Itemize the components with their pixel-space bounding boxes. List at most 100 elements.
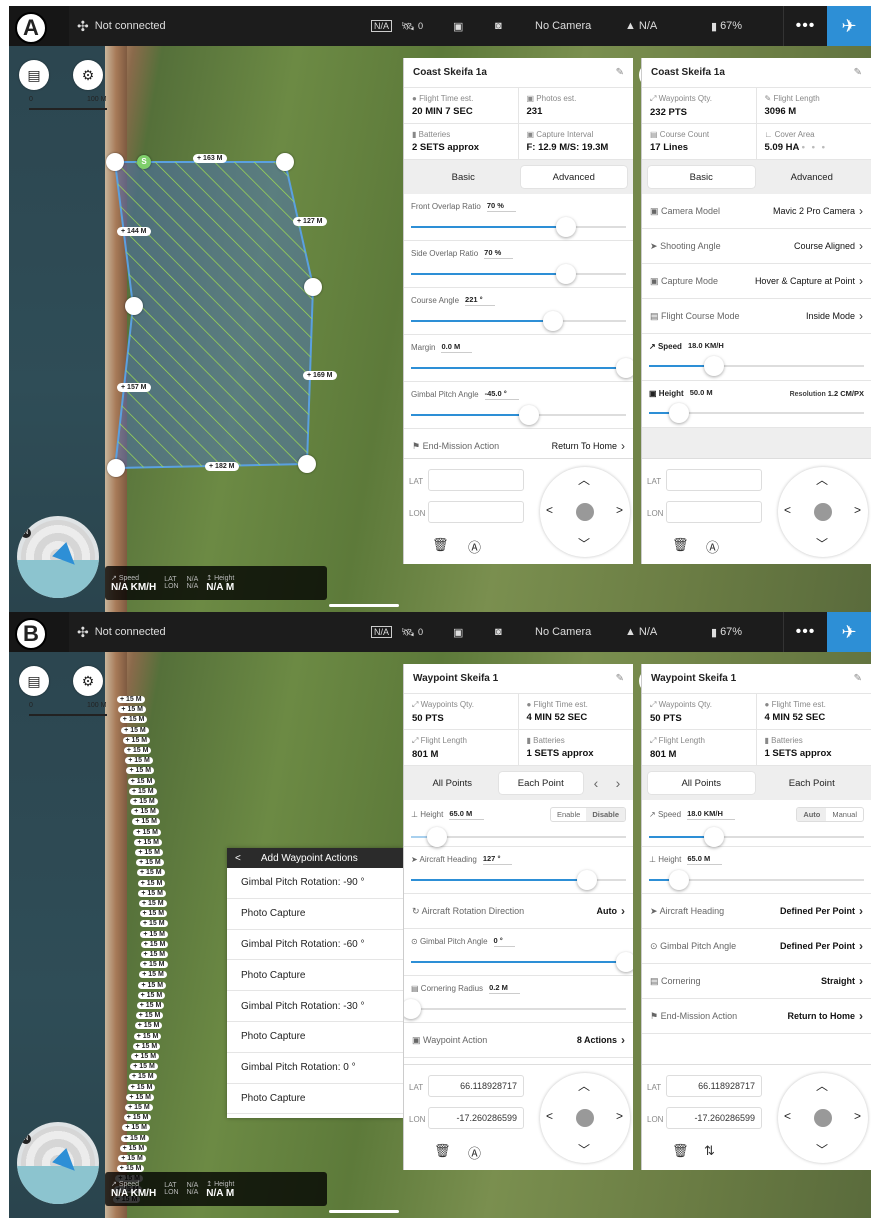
prev-point-button[interactable]: ‹ [587,775,605,791]
tab-each-point[interactable]: Each Point [759,772,866,794]
action-item[interactable]: Photo Capture [227,960,403,992]
action-item[interactable]: Gimbal Pitch Rotation: -30 ° [227,991,403,1022]
slider-knob[interactable] [616,358,633,378]
save-icon[interactable]: ▤ [19,60,49,90]
vertex-handle[interactable] [107,459,125,477]
lon-input[interactable]: -17.260286599 [666,1107,762,1129]
arrow-down-icon[interactable]: ﹀ [578,535,590,552]
waypoint-marker[interactable]: + 15 M [125,1104,153,1111]
front-overlap-slider[interactable]: Front Overlap Ratio 70 % [404,194,633,241]
camera-model-row[interactable]: ▣ Camera Model Mavic 2 Pro Camera › [642,194,871,229]
swap-order-icon[interactable]: ⇅ [704,1143,715,1159]
waypoint-marker[interactable]: + 15 M [127,777,156,785]
waypoint-marker[interactable]: + 15 M [133,1032,162,1040]
waypoint-marker[interactable]: + 15 M [130,1063,158,1071]
waypoint-marker[interactable]: + 15 M [122,736,151,744]
waypoint-marker[interactable]: + 15 M [137,879,166,887]
action-item[interactable]: Gimbal Pitch Rotation: 0 ° [227,1053,403,1084]
slider-knob[interactable] [426,827,447,847]
waypoint-marker[interactable]: + 15 M [139,961,168,969]
waypoint-marker[interactable]: + 15 M [119,1144,148,1152]
capture-mode-row[interactable]: ▣ Capture Mode Hover & Capture at Point › [642,264,871,299]
waypoint-marker[interactable]: + 15 M [133,828,162,836]
waypoint-marker[interactable]: + 15 M [140,951,169,958]
survey-area-polygon[interactable] [109,156,319,476]
arrow-left-icon[interactable]: < [784,1109,791,1123]
height-slider[interactable]: ⊥ Height 65.0 M Enable Disable [404,800,633,847]
waypoint-marker[interactable]: + 15 M [120,1134,149,1142]
arrow-up-icon[interactable]: ︿ [578,1077,590,1094]
slider-knob[interactable] [519,405,540,425]
slider-knob[interactable] [542,311,563,331]
waypoint-marker[interactable]: + 15 M [140,940,169,948]
lat-input[interactable] [428,469,524,491]
speed-mode-toggle[interactable]: Auto Manual [796,807,864,822]
slider-knob[interactable] [404,999,421,1019]
waypoint-marker[interactable]: + 15 M [139,920,168,928]
waypoint-marker[interactable]: + 15 M [138,981,167,989]
waypoint-marker[interactable]: + 15 M [117,696,145,703]
altitude-icon[interactable]: Ⓐ [468,1143,481,1162]
arrow-left-icon[interactable]: < [546,1109,553,1123]
waypoint-marker[interactable]: + 15 M [121,726,149,734]
waypoint-marker[interactable]: + 15 M [125,757,153,765]
action-item[interactable]: Photo Capture [227,1084,403,1115]
arrow-right-icon[interactable]: > [616,503,623,517]
slider-knob[interactable] [703,827,724,847]
tab-each-point[interactable]: Each Point [498,772,583,794]
course-angle-slider[interactable]: Course Angle 221 ° [404,288,633,335]
aircraft-heading-row[interactable]: ➤ Aircraft Heading Defined Per Point › [642,894,871,929]
waypoint-marker[interactable]: + 15 M [139,910,168,918]
arrow-up-icon[interactable]: ︿ [578,471,590,488]
cornering-radius-slider[interactable]: ▤ Cornering Radius 0.2 M [404,976,633,1023]
flight-course-mode-row[interactable]: ▤ Flight Course Mode Inside Mode › [642,299,871,334]
vertex-handle[interactable] [106,153,124,171]
lat-input[interactable] [666,469,762,491]
center-dot[interactable] [576,503,594,521]
lat-input[interactable]: 66.118928717 [428,1075,524,1097]
slider-knob[interactable] [616,952,633,972]
height-enable-toggle[interactable]: Enable Disable [549,807,626,822]
action-item[interactable]: Photo Capture [227,1022,403,1053]
settings-gear-icon[interactable]: ⚙ [73,60,103,90]
trash-icon[interactable]: 🗑 [434,1143,451,1159]
waypoint-marker[interactable]: + 15 M [134,838,162,846]
tab-basic[interactable]: Basic [410,166,517,188]
save-icon[interactable]: ▤ [19,666,49,696]
lat-input[interactable]: 66.118928717 [666,1075,762,1097]
edit-pencil-icon[interactable]: ✎ [616,67,624,78]
waypoint-marker[interactable]: + 15 M [122,1124,150,1132]
aircraft-heading-slider[interactable]: ➤ Aircraft Heading 127 ° [404,847,633,894]
rotation-direction-row[interactable]: ↻ Aircraft Rotation Direction Auto › [404,894,633,929]
waypoint-marker[interactable]: + 15 M [138,889,166,897]
center-dot[interactable] [576,1109,594,1127]
slider-knob[interactable] [703,356,724,376]
waypoint-marker[interactable]: + 15 M [139,971,167,979]
arrow-right-icon[interactable]: > [854,503,861,517]
arrow-up-icon[interactable]: ︿ [816,471,828,488]
direction-pad[interactable]: ︿ < > ﹀ [778,467,868,557]
action-item[interactable]: Gimbal Pitch Rotation: -90 ° [227,868,403,899]
arrow-down-icon[interactable]: ﹀ [578,1141,590,1158]
gimbal-pitch-slider[interactable]: ⊙ Gimbal Pitch Angle 0 ° [404,929,633,976]
waypoint-marker[interactable]: + 15 M [126,767,155,775]
tab-all-points[interactable]: All Points [648,772,755,794]
waypoint-marker[interactable]: + 15 M [132,1042,161,1050]
waypoint-marker[interactable]: + 15 M [138,900,167,907]
center-dot[interactable] [814,1109,832,1127]
direction-pad[interactable]: ︿ < > ﹀ [540,1073,630,1163]
fly-airplane-button[interactable]: ✈ [827,612,871,652]
lon-input[interactable]: -17.260286599 [428,1107,524,1129]
action-item[interactable]: Gimbal Pitch Rotation: -60 ° [227,930,403,961]
action-item[interactable]: Photo Capture [227,899,403,930]
gimbal-pitch-row[interactable]: ⊙ Gimbal Pitch Angle Defined Per Point › [642,929,871,964]
slider-knob[interactable] [555,264,576,284]
waypoint-marker[interactable]: + 15 M [137,991,166,999]
waypoint-marker[interactable]: + 15 M [136,1002,165,1009]
end-mission-action-row[interactable]: ⚑ End-Mission Action Return to Home › [642,999,871,1034]
horizontal-scroll-indicator[interactable] [329,1210,399,1213]
more-menu-button[interactable]: ••• [783,6,827,46]
waypoint-marker[interactable]: + 15 M [131,1053,160,1060]
waypoint-marker[interactable]: + 15 M [135,849,163,856]
settings-gear-icon[interactable]: ⚙ [73,666,103,696]
